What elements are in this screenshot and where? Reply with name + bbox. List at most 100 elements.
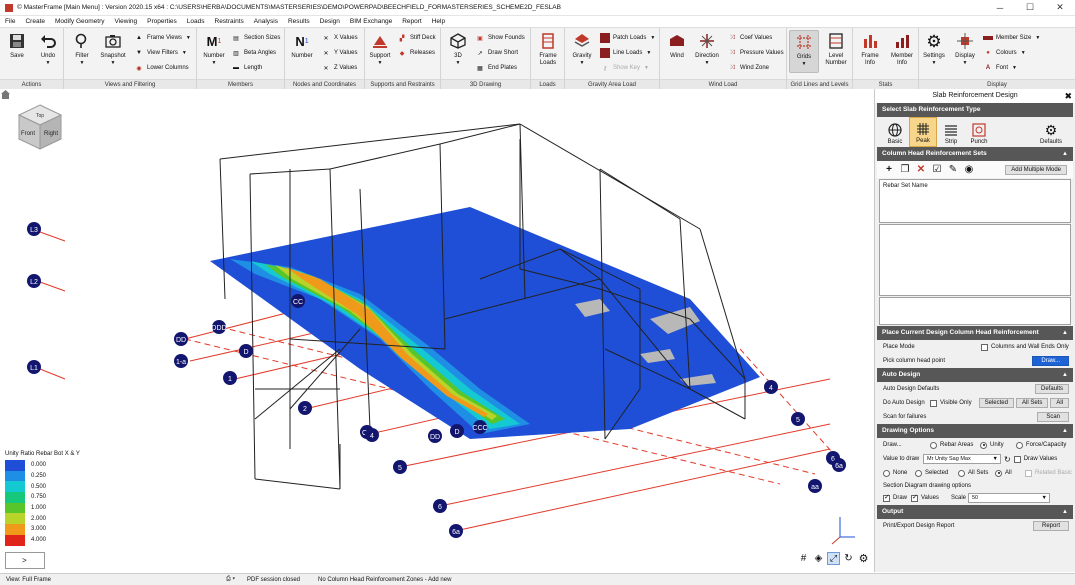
gravity-button[interactable]: Gravity ▼ — [567, 32, 597, 66]
view-filters-button[interactable]: ▼ View Filters ▼ — [134, 47, 187, 59]
node-number-button[interactable]: N1 Number — [287, 32, 317, 60]
close-button[interactable]: ✕ — [1045, 0, 1075, 16]
printer-icon[interactable]: ⎙ ▾ — [220, 576, 241, 583]
all-radio[interactable] — [995, 469, 1002, 477]
menu-file[interactable]: File — [0, 18, 20, 25]
rebar-set-detail[interactable] — [879, 224, 1071, 296]
filter-button[interactable]: Filter ▼ — [67, 32, 97, 66]
command-input[interactable]: > — [5, 552, 45, 569]
delete-icon[interactable]: ✕ — [913, 163, 929, 177]
all-sets-radio[interactable] — [958, 469, 965, 477]
layers-icon[interactable]: ◈ — [812, 552, 825, 565]
section-auto-design[interactable]: Auto Design ▲ — [877, 368, 1073, 382]
direction-button[interactable]: Direction ▼ — [692, 32, 722, 66]
add-multiple-mode-button[interactable]: Add Multiple Mode — [1005, 164, 1067, 175]
save-button[interactable]: Save — [2, 32, 32, 60]
section-output[interactable]: Output ▲ — [877, 505, 1073, 519]
model-viewport[interactable]: L3 L2 L1 DD DDD D 1-a 1 CC 2 CC 4 DD D C… — [0, 89, 872, 572]
type-basic-button[interactable]: Basic — [881, 117, 909, 147]
level-number-button[interactable]: Level Number — [821, 32, 851, 67]
coef-values-button[interactable]: ⤨ Coef Values — [727, 32, 773, 44]
menu-report[interactable]: Report — [397, 18, 427, 25]
minimize-button[interactable]: ─ — [985, 0, 1015, 16]
draw-button[interactable]: Draw... — [1032, 356, 1069, 366]
wind-zone-button[interactable]: ⤨ Wind Zone — [727, 62, 769, 74]
colours-button[interactable]: ● Colours ▼ — [983, 47, 1025, 59]
defaults-button[interactable]: ⚙ Defaults — [1037, 117, 1065, 147]
section-draw-checkbox[interactable] — [883, 493, 890, 502]
show-key-button[interactable]: ⚷ Show Key ▼ — [600, 62, 649, 74]
menu-results[interactable]: Results — [283, 18, 315, 25]
add-icon[interactable]: + — [881, 163, 897, 177]
undo-button[interactable]: Undo ▼ — [33, 32, 63, 66]
end-plates-button[interactable]: ▦ End Plates — [475, 62, 517, 74]
menu-create[interactable]: Create — [20, 18, 50, 25]
snapshot-button[interactable]: Snapshot ▼ — [98, 32, 128, 66]
frame-views-button[interactable]: ▲ Frame Views ▼ — [134, 32, 191, 44]
frame-loads-button[interactable]: Frame Loads — [533, 32, 563, 67]
beta-angles-button[interactable]: ▥ Beta Angles — [231, 47, 276, 59]
frame-info-button[interactable]: Frame Info — [855, 32, 885, 67]
section-column-head-sets[interactable]: Column Head Reinforcement Sets ▲ — [877, 147, 1073, 161]
lower-columns-button[interactable]: ◉ Lower Columns — [134, 62, 188, 74]
menu-viewing[interactable]: Viewing — [110, 18, 143, 25]
value-to-draw-select[interactable]: Mr Unity Sag Max ▼ — [923, 454, 1001, 464]
section-sizes-button[interactable]: ▤ Section Sizes — [231, 32, 280, 44]
section-select-type[interactable]: Select Slab Reinforcement Type — [877, 103, 1073, 117]
rebar-set-list[interactable]: Rebar Set Name — [879, 179, 1071, 223]
line-loads-button[interactable]: Line Loads ▼ — [600, 47, 651, 59]
type-punch-button[interactable]: Punch — [965, 117, 993, 147]
menu-properties[interactable]: Properties — [142, 18, 182, 25]
auto-all-button[interactable]: All — [1050, 398, 1069, 408]
releases-button[interactable]: ◆ Releases — [397, 47, 435, 59]
display-button[interactable]: Display ▼ — [950, 32, 980, 66]
menu-modify-geometry[interactable]: Modify Geometry — [50, 18, 110, 25]
menu-analysis[interactable]: Analysis — [249, 18, 283, 25]
section-drawing-options[interactable]: Drawing Options ▲ — [877, 424, 1073, 438]
member-info-button[interactable]: Member Info — [887, 32, 917, 67]
menu-bim-exchange[interactable]: BIM Exchange — [345, 18, 397, 25]
pressure-values-button[interactable]: ⤨ Pressure Values — [727, 47, 784, 59]
refresh-icon[interactable]: ↻ — [1004, 455, 1011, 464]
section-place-reinforcement[interactable]: Place Current Design Column Head Reinfor… — [877, 326, 1073, 340]
show-founds-button[interactable]: ▣ Show Founds — [475, 32, 525, 44]
y-values-button[interactable]: ✕ Y Values — [321, 47, 357, 59]
report-button[interactable]: Report — [1032, 521, 1069, 531]
menu-design[interactable]: Design — [315, 18, 345, 25]
check-icon[interactable]: ☑ — [929, 163, 945, 177]
support-button[interactable]: Support ▼ — [365, 32, 395, 66]
eye-icon[interactable]: ◉ — [961, 163, 977, 177]
model-canvas[interactable]: L3 L2 L1 DD DDD D 1-a 1 CC 2 CC 4 DD D C… — [0, 89, 872, 572]
copy-icon[interactable]: ❐ — [897, 163, 913, 177]
visible-only-checkbox[interactable] — [930, 399, 937, 407]
selected-radio[interactable] — [915, 469, 922, 477]
3d-button[interactable]: 3D ▼ — [443, 32, 473, 66]
wind-button[interactable]: Wind — [662, 32, 692, 60]
maximize-button[interactable]: ☐ — [1015, 0, 1045, 16]
none-radio[interactable] — [883, 469, 890, 477]
draw-short-button[interactable]: ↗ Draw Short — [475, 47, 518, 59]
stiff-deck-button[interactable]: ▞ Stiff Deck — [397, 32, 436, 44]
columns-wall-checkbox[interactable] — [981, 343, 988, 351]
type-peak-button[interactable]: Peak — [909, 117, 937, 147]
auto-defaults-button[interactable]: Defaults — [1034, 384, 1069, 394]
home-icon[interactable] — [0, 89, 11, 100]
related-basic-checkbox[interactable] — [1025, 469, 1032, 477]
rebar-areas-radio[interactable] — [930, 441, 937, 449]
grid-toggle-icon[interactable]: # — [797, 552, 810, 565]
force-capacity-radio[interactable] — [1016, 441, 1023, 449]
auto-all-sets-button[interactable]: All Sets — [1015, 398, 1049, 408]
section-values-checkbox[interactable] — [911, 493, 918, 502]
snap-icon[interactable]: ⤢ — [827, 552, 840, 565]
menu-help[interactable]: Help — [427, 18, 450, 25]
member-number-button[interactable]: M1 Number ▼ — [199, 32, 229, 67]
edit-icon[interactable]: ✎ — [945, 163, 961, 177]
panel-close-button[interactable]: ✖ — [1064, 89, 1072, 103]
unity-radio[interactable] — [980, 441, 987, 449]
z-values-button[interactable]: ✕ Z Values — [321, 62, 357, 74]
menu-restraints[interactable]: Restraints — [210, 18, 249, 25]
menu-loads[interactable]: Loads — [182, 18, 210, 25]
length-button[interactable]: ▬ Length — [231, 62, 262, 74]
view-cube[interactable]: Top Front Right — [15, 103, 65, 151]
scan-button[interactable]: Scan — [1037, 412, 1069, 422]
